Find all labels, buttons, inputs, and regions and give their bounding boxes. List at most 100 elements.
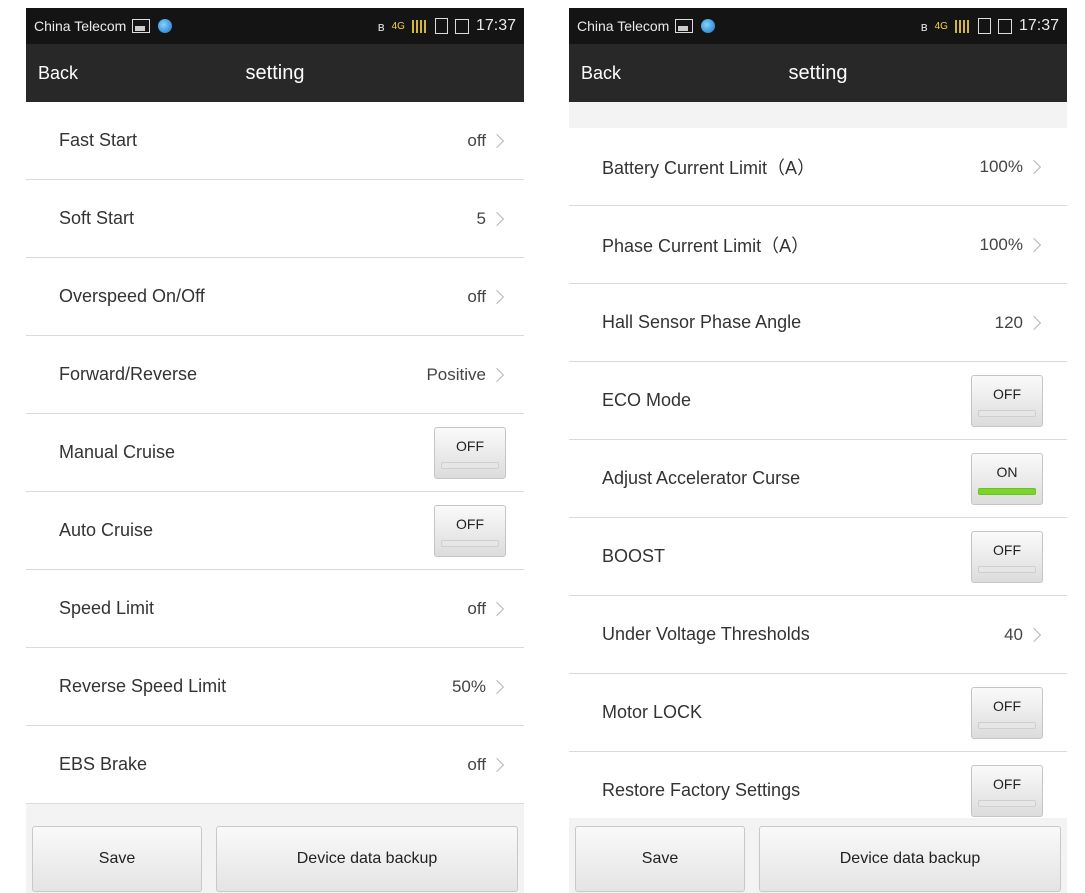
clock: 17:37 — [1018, 17, 1059, 34]
toggle-state: OFF — [993, 697, 1021, 714]
setting-row-forward-reverse[interactable]: Forward/Reverse Positive — [26, 336, 524, 414]
toggle-state: OFF — [456, 515, 484, 532]
device-data-backup-button[interactable]: Device data backup — [216, 826, 518, 892]
setting-label: Manual Cruise — [59, 442, 176, 462]
chevron-right-icon — [1026, 159, 1042, 174]
save-button[interactable]: Save — [32, 826, 202, 892]
setting-value: 40 — [1004, 624, 1023, 644]
setting-value: 100% — [979, 234, 1023, 254]
chevron-right-icon — [489, 367, 505, 382]
sim-icon — [977, 18, 991, 34]
device-data-backup-button[interactable]: Device data backup — [759, 826, 1061, 892]
setting-label: Reverse Speed Limit — [59, 676, 227, 696]
toggle-switch[interactable]: OFF — [971, 530, 1043, 583]
clock: 17:37 — [475, 17, 516, 34]
setting-row-battery-current-limit-a[interactable]: Battery Current Limit（A） 100% — [569, 128, 1067, 206]
toggle-switch[interactable]: OFF — [971, 686, 1043, 739]
toggle-indicator — [978, 565, 1036, 573]
setting-row-hall-sensor-phase-angle[interactable]: Hall Sensor Phase Angle 120 — [569, 284, 1067, 362]
bluetooth-icon: ʙ — [920, 18, 928, 34]
toggle-state: ON — [996, 463, 1018, 480]
setting-row-motor-lock[interactable]: Motor LOCK OFF — [569, 674, 1067, 752]
footer-bar: Save Device data backup — [569, 818, 1067, 893]
setting-row-auto-cruise[interactable]: Auto Cruise OFF — [26, 492, 524, 570]
chevron-right-icon — [489, 133, 505, 148]
footer-bar: Save Device data backup — [26, 818, 524, 893]
toggle-switch[interactable]: OFF — [434, 504, 506, 557]
image-notification-icon — [675, 19, 694, 33]
setting-value: off — [467, 130, 486, 150]
chevron-right-icon — [1026, 237, 1042, 252]
chevron-right-icon — [489, 601, 505, 616]
setting-row-speed-limit[interactable]: Speed Limit off — [26, 570, 524, 648]
setting-value: 100% — [979, 156, 1023, 176]
setting-label: Battery Current Limit（A） — [602, 157, 816, 178]
signal-icon — [954, 19, 971, 33]
chevron-right-icon — [489, 757, 505, 772]
network-type: 4G — [934, 20, 948, 32]
network-type: 4G — [391, 20, 405, 32]
setting-row-manual-cruise[interactable]: Manual Cruise OFF — [26, 414, 524, 492]
toggle-switch[interactable]: ON — [971, 452, 1043, 505]
chevron-right-icon — [1026, 315, 1042, 330]
toggle-state: OFF — [993, 541, 1021, 558]
toggle-indicator — [978, 721, 1036, 729]
setting-label: Overspeed On/Off — [59, 286, 205, 306]
setting-label: Hall Sensor Phase Angle — [602, 312, 802, 332]
setting-value: 50% — [451, 676, 486, 696]
setting-label: Adjust Accelerator Curse — [602, 468, 801, 488]
setting-row-overspeed-on-off[interactable]: Overspeed On/Off off — [26, 258, 524, 336]
toggle-indicator — [441, 461, 499, 469]
setting-label: Motor LOCK — [602, 702, 703, 722]
setting-label: Phase Current Limit（A） — [602, 235, 810, 256]
status-bar: China Telecom ʙ 4G 17:37 — [569, 8, 1067, 44]
back-button[interactable]: Back — [581, 63, 621, 84]
setting-label: BOOST — [602, 546, 666, 566]
setting-row-fast-start[interactable]: Fast Start off — [26, 102, 524, 180]
globe-icon — [158, 19, 173, 33]
toggle-switch[interactable]: OFF — [971, 374, 1043, 427]
battery-icon — [997, 18, 1012, 34]
setting-row-soft-start[interactable]: Soft Start 5 — [26, 180, 524, 258]
setting-row-eco-mode[interactable]: ECO Mode OFF — [569, 362, 1067, 440]
toggle-state: OFF — [993, 775, 1021, 792]
setting-row-boost[interactable]: BOOST OFF — [569, 518, 1067, 596]
setting-row-reverse-speed-limit[interactable]: Reverse Speed Limit 50% — [26, 648, 524, 726]
toggle-indicator — [978, 799, 1036, 807]
setting-row-adjust-accelerator-curse[interactable]: Adjust Accelerator Curse ON — [569, 440, 1067, 518]
chevron-right-icon — [1026, 627, 1042, 642]
setting-row-under-voltage-thresholds[interactable]: Under Voltage Thresholds 40 — [569, 596, 1067, 674]
setting-row-phase-current-limit-a[interactable]: Phase Current Limit（A） 100% — [569, 206, 1067, 284]
settings-list: Battery Current Limit（A） 100% Phase Curren… — [569, 128, 1067, 830]
action-bar: Back setting — [569, 44, 1067, 102]
status-bar: China Telecom ʙ 4G 17:37 — [26, 8, 524, 44]
toggle-switch[interactable]: OFF — [434, 426, 506, 479]
chevron-right-icon — [489, 289, 505, 304]
settings-list: Fast Start off Soft Start 5 Overspeed On/Off… — [26, 102, 524, 804]
setting-label: Soft Start — [59, 208, 135, 228]
setting-label: Fast Start — [59, 130, 138, 150]
setting-label: Restore Factory Settings — [602, 780, 801, 800]
signal-icon — [411, 19, 428, 33]
bluetooth-icon: ʙ — [377, 18, 385, 34]
setting-value: 120 — [994, 312, 1023, 332]
action-bar: Back setting — [26, 44, 524, 102]
setting-value: off — [467, 598, 486, 618]
toggle-indicator — [441, 539, 499, 547]
toggle-indicator — [978, 409, 1036, 417]
setting-row-ebs-brake[interactable]: EBS Brake off — [26, 726, 524, 804]
toggle-switch[interactable]: OFF — [971, 764, 1043, 817]
setting-label: Forward/Reverse — [59, 364, 198, 384]
page-title: setting — [788, 61, 848, 84]
battery-icon — [454, 18, 469, 34]
toggle-state: OFF — [993, 385, 1021, 402]
save-button[interactable]: Save — [575, 826, 745, 892]
carrier-name: China Telecom — [34, 18, 127, 34]
back-button[interactable]: Back — [38, 63, 78, 84]
image-notification-icon — [132, 19, 151, 33]
chevron-right-icon — [489, 679, 505, 694]
page-title: setting — [245, 61, 305, 84]
setting-label: Under Voltage Thresholds — [602, 624, 810, 644]
phone-screen-right: China Telecom ʙ 4G 17:37 Back setting Ba… — [569, 8, 1067, 893]
phone-screen-left: China Telecom ʙ 4G 17:37 Back setting Fa… — [26, 8, 524, 893]
